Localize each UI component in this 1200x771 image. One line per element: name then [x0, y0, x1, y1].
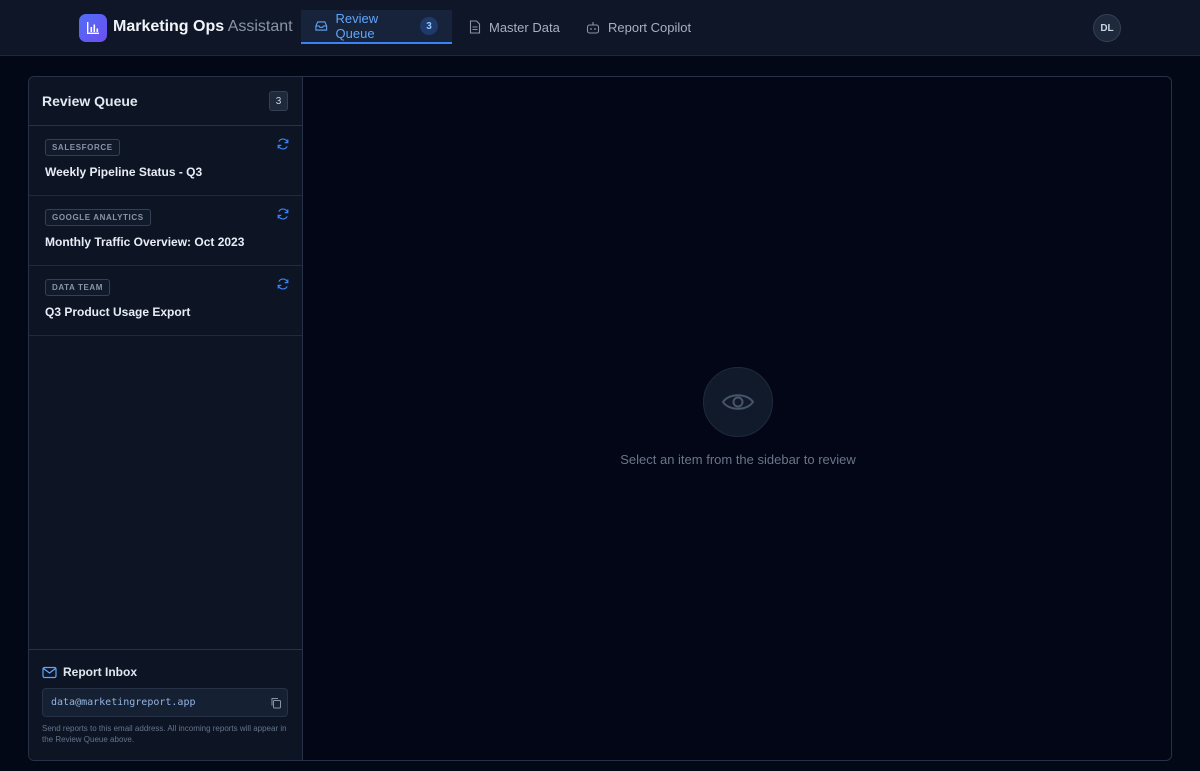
inbox-email-field[interactable]: data@marketingreport.app [42, 688, 288, 717]
sidebar-header: Review Queue 3 [29, 77, 302, 126]
review-sidebar: Review Queue 3 SALESFORCE Weekly Pipelin… [29, 77, 303, 760]
queue-item-title: Q3 Product Usage Export [45, 305, 191, 319]
inbox-icon [315, 21, 328, 31]
tab-report-copilot-label: Report Copilot [608, 19, 692, 35]
source-tag: DATA TEAM [45, 279, 111, 296]
queue-item-title: Weekly Pipeline Status - Q3 [45, 165, 203, 179]
inbox-email-value: data@marketingreport.app [51, 697, 196, 708]
empty-state-message: Select an item from the sidebar to revie… [620, 452, 856, 467]
tab-master-data-label: Master Data [489, 19, 560, 35]
refresh-icon[interactable] [276, 137, 290, 151]
app-title-strong: Marketing Ops [113, 18, 225, 35]
mail-icon [42, 666, 57, 679]
bot-icon [586, 21, 600, 34]
bar-chart-icon [87, 22, 99, 34]
app-logo[interactable] [79, 14, 107, 42]
tab-report-copilot[interactable]: Report Copilot [572, 10, 705, 44]
review-panel: Review Queue 3 SALESFORCE Weekly Pipelin… [28, 76, 1172, 761]
tab-master-data[interactable]: Master Data [455, 10, 574, 44]
tab-review-queue-badge: 3 [420, 17, 438, 35]
source-tag: SALESFORCE [45, 139, 120, 156]
queue-item-salesforce[interactable]: SALESFORCE Weekly Pipeline Status - Q3 [29, 126, 302, 196]
user-avatar[interactable]: DL [1093, 14, 1121, 42]
queue-item-google-analytics[interactable]: GOOGLE ANALYTICS Monthly Traffic Overvie… [29, 196, 302, 266]
refresh-icon[interactable] [276, 207, 290, 221]
report-inbox: Report Inbox data@marketingreport.app Se… [29, 649, 302, 760]
eye-icon [721, 394, 755, 410]
sidebar-count-badge: 3 [269, 91, 288, 111]
document-icon [469, 20, 481, 34]
inbox-title: Report Inbox [63, 665, 137, 679]
app-title-light: Assistant [227, 18, 293, 35]
refresh-icon[interactable] [276, 277, 290, 291]
source-tag: GOOGLE ANALYTICS [45, 209, 151, 226]
inbox-help-text: Send reports to this email address. All … [42, 724, 287, 744]
queue-item-title: Monthly Traffic Overview: Oct 2023 [45, 235, 245, 249]
empty-state-badge [703, 367, 773, 437]
tab-review-queue[interactable]: Review Queue 3 [301, 10, 452, 44]
app-title: Marketing Ops Assistant [113, 17, 293, 37]
top-nav-bar: Marketing Ops Assistant Review Queue 3 M… [0, 0, 1200, 56]
sidebar-title: Review Queue [42, 93, 138, 109]
copy-icon[interactable] [270, 697, 282, 709]
queue-item-data-team[interactable]: DATA TEAM Q3 Product Usage Export [29, 266, 302, 336]
tab-review-queue-label: Review Queue [335, 11, 379, 41]
